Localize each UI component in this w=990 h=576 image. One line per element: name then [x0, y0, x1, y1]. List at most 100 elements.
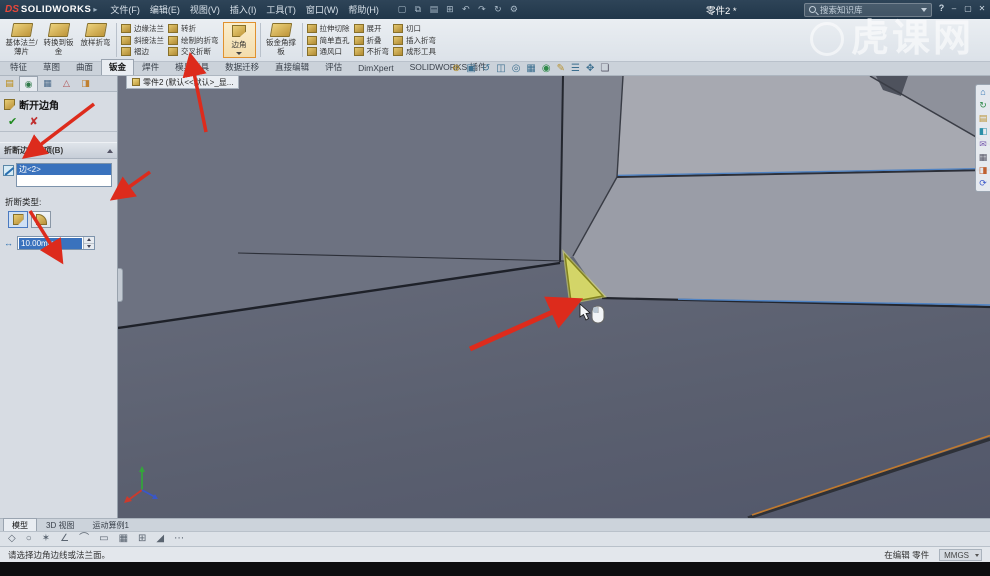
jog-button[interactable]: 转折: [168, 23, 219, 34]
file-explorer-icon[interactable]: ◧: [979, 127, 988, 136]
new-document-icon[interactable]: ▢: [396, 3, 408, 16]
fillet-type-button[interactable]: [31, 211, 51, 228]
tab-model[interactable]: 模型: [3, 518, 37, 531]
open-icon[interactable]: ⧉: [412, 3, 424, 16]
appearances-icon[interactable]: ▦: [979, 153, 988, 162]
chamfer-type-button[interactable]: [8, 211, 28, 228]
undo-icon[interactable]: ↶: [460, 3, 472, 16]
orange-highlighted-edge[interactable]: [751, 434, 990, 516]
menu-window[interactable]: 窗口(W): [301, 1, 344, 18]
section-view-icon[interactable]: ◫: [496, 64, 505, 74]
hem-button[interactable]: 褶边: [121, 46, 164, 57]
document-tab[interactable]: 零件2 (默认<<默认>_显...: [126, 76, 240, 89]
scene-icon[interactable]: ☰: [571, 64, 580, 74]
rip-button[interactable]: 切口: [393, 23, 436, 34]
sheet-face-middle[interactable]: [573, 170, 990, 308]
close-button[interactable]: ✕: [976, 2, 988, 15]
fold-button[interactable]: 折叠: [353, 35, 390, 46]
sketched-bend-button[interactable]: 绘制的折弯: [168, 35, 219, 46]
menu-tools[interactable]: 工具(T): [261, 1, 301, 18]
selected-edge-item[interactable]: 边<2>: [17, 164, 111, 175]
featuremanager-tab[interactable]: ▤: [0, 76, 19, 91]
chevron-down-icon[interactable]: [921, 7, 927, 12]
cross-break-button[interactable]: 交叉折断: [168, 46, 219, 57]
minimize-button[interactable]: –: [948, 2, 960, 15]
lofted-bend-button[interactable]: 放样折弯: [77, 20, 114, 60]
sketch-arc-icon[interactable]: ⌒: [79, 534, 89, 544]
tab-evaluate[interactable]: 评估: [317, 59, 350, 75]
more-tools-icon[interactable]: ⋯: [174, 534, 184, 544]
distance-input[interactable]: 10.00mm: [17, 236, 95, 250]
tab-weldments[interactable]: 焊件: [134, 59, 167, 75]
menu-help[interactable]: 帮助(H): [343, 1, 384, 18]
graphics-area[interactable]: 零件2 (默认<<默认>_显... ⌂ ↻ ▤ ◧ ✉ ▦ ◨ ⟳: [118, 76, 990, 518]
tab-3d-views[interactable]: 3D 视图: [37, 518, 83, 531]
sketch-circle-icon[interactable]: ○: [26, 534, 32, 544]
tab-dimxpert[interactable]: DimXpert: [350, 61, 401, 75]
display-style-icon[interactable]: ▦: [526, 64, 535, 74]
redo-icon[interactable]: ↷: [476, 3, 488, 16]
appearance-icon[interactable]: ✎: [557, 64, 565, 74]
displaymanager-tab[interactable]: ◨: [76, 76, 95, 91]
menu-insert[interactable]: 插入(I): [225, 1, 262, 18]
view-orientation-icon[interactable]: ◎: [512, 64, 521, 74]
corners-button[interactable]: 边角: [222, 22, 256, 58]
break-corner-options-group[interactable]: 折断边角选项(B): [0, 142, 117, 159]
hide-show-icon[interactable]: ◉: [542, 64, 551, 74]
menu-edit[interactable]: 编辑(E): [145, 1, 185, 18]
base-flange-button[interactable]: 基体法兰/薄片: [3, 20, 40, 60]
tab-motion-study[interactable]: 运动算例1: [83, 518, 137, 531]
insert-bends-button[interactable]: 插入折弯: [393, 35, 436, 46]
view-settings-icon[interactable]: ✥: [586, 64, 594, 74]
menu-file[interactable]: 文件(F): [105, 1, 145, 18]
sheet-metal-gusset-button[interactable]: 钣金角撑板: [263, 20, 300, 60]
corner-tool-icon[interactable]: ◢: [156, 534, 164, 544]
help-button[interactable]: ?: [935, 3, 948, 16]
no-bends-button[interactable]: 不折弯: [353, 46, 389, 57]
distance-value[interactable]: 10.00mm: [19, 237, 82, 249]
forming-tool-button[interactable]: 成形工具: [393, 46, 436, 57]
home-icon[interactable]: ⌂: [980, 88, 985, 97]
miter-flange-button[interactable]: 斜接法兰: [121, 35, 164, 46]
sketch-rect-icon[interactable]: ▭: [99, 534, 108, 544]
edge-line[interactable]: [747, 437, 990, 518]
zoom-fit-icon[interactable]: ⊕: [452, 64, 460, 74]
tab-surfaces[interactable]: 曲面: [68, 59, 101, 75]
tab-mold-tools[interactable]: 模具工具: [167, 59, 217, 75]
tab-data-migration[interactable]: 数据迁移: [217, 59, 267, 75]
units-dropdown[interactable]: MMGS: [939, 548, 982, 561]
snap-icon[interactable]: ⊞: [138, 534, 146, 544]
dimxpertmanager-tab[interactable]: △: [57, 76, 76, 91]
custom-properties-icon[interactable]: ◨: [979, 166, 988, 175]
edge-flange-button[interactable]: 边缘法兰: [121, 23, 164, 34]
unfold-button[interactable]: 展开: [353, 23, 390, 34]
tab-sheet-metal[interactable]: 钣金: [101, 59, 135, 75]
sheet-face-left[interactable]: [118, 76, 563, 328]
extruded-cut-button[interactable]: 拉伸切除: [306, 23, 350, 34]
menu-view[interactable]: 视图(V): [185, 1, 225, 18]
knowledge-search-box[interactable]: 搜索知识库: [804, 2, 932, 17]
cancel-button[interactable]: ✘: [29, 115, 38, 128]
convert-to-sheet-metal-button[interactable]: 转换到钣金: [40, 20, 77, 60]
maximize-button[interactable]: ▢: [962, 2, 974, 15]
grid-icon[interactable]: ▦: [119, 534, 128, 544]
spinner-down-icon[interactable]: [84, 243, 94, 249]
comment-icon[interactable]: ❏: [600, 64, 609, 74]
tab-direct-editing[interactable]: 直接编辑: [267, 59, 317, 75]
tab-sketch[interactable]: 草图: [35, 59, 68, 75]
previous-view-icon[interactable]: ↺: [482, 64, 490, 74]
vent-button[interactable]: 通风口: [306, 46, 350, 57]
rebuild-icon[interactable]: ↻: [492, 3, 504, 16]
sketch-rhombus-icon[interactable]: ◇: [8, 534, 16, 544]
propertymanager-tab[interactable]: ◉: [19, 76, 38, 91]
ok-button[interactable]: ✔: [8, 115, 17, 128]
edge-selection-listbox[interactable]: 边<2>: [16, 163, 112, 187]
design-library-icon[interactable]: ▤: [979, 114, 988, 123]
options-icon[interactable]: ⚙: [508, 3, 520, 16]
zoom-area-icon[interactable]: ▣: [466, 64, 475, 74]
tab-features[interactable]: 特征: [2, 59, 35, 75]
simple-hole-button[interactable]: 简单直孔: [306, 35, 350, 46]
messages-icon[interactable]: ✉: [979, 140, 987, 149]
sync-icon[interactable]: ⟳: [979, 179, 987, 188]
panel-splitter-handle[interactable]: [118, 268, 123, 302]
